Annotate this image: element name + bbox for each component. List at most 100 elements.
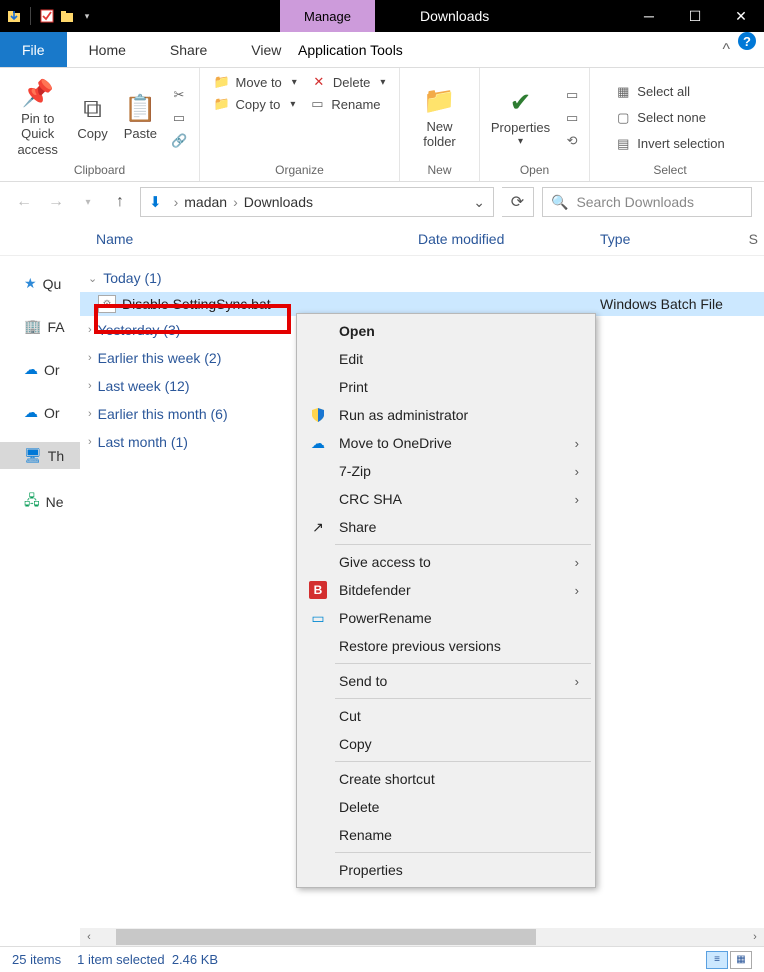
refresh-button[interactable]: ⟳ [502, 187, 534, 217]
chevron-right-icon: › [575, 436, 579, 451]
details-view-button[interactable]: ≡ [706, 951, 728, 969]
ctx-rename[interactable]: Rename [299, 821, 593, 849]
tree-this-pc[interactable]: 🖥Th [0, 442, 80, 469]
status-item-count: 25 items [12, 952, 61, 967]
scroll-thumb[interactable] [116, 929, 536, 945]
invert-selection-button[interactable]: ▤Invert selection [611, 134, 728, 154]
ctx-share[interactable]: ↗Share [299, 513, 593, 541]
clipboard-group-label: Clipboard [74, 163, 125, 179]
ctx-give-access-to[interactable]: Give access to› [299, 548, 593, 576]
qat-dropdown-icon[interactable]: ▾ [79, 8, 95, 24]
home-tab[interactable]: Home [67, 32, 148, 67]
batch-file-icon: ⚙ [98, 295, 116, 313]
file-name: Disable SettingSync.bat [122, 296, 271, 312]
nav-bar: ← → ▾ ↑ ⬇ › madan › Downloads ⌄ ⟳ 🔍 Sear… [0, 182, 764, 222]
help-icon[interactable]: ? [738, 32, 756, 50]
collapse-ribbon-icon[interactable]: ^ [714, 32, 738, 67]
open-icon[interactable]: ▭ [560, 85, 584, 105]
scroll-left-icon[interactable]: ‹ [80, 928, 98, 946]
column-date-modified[interactable]: Date modified [418, 231, 600, 247]
application-tools-tab[interactable]: Application Tools [280, 32, 421, 68]
share-tab[interactable]: Share [148, 32, 229, 67]
breadcrumb-segment[interactable]: madan [184, 194, 227, 210]
breadcrumb-segment[interactable]: Downloads [244, 194, 313, 210]
thumbnails-view-button[interactable]: ▦ [730, 951, 752, 969]
maximize-button[interactable]: ☐ [672, 0, 718, 32]
ctx-create-shortcut[interactable]: Create shortcut [299, 765, 593, 793]
search-input[interactable]: 🔍 Search Downloads [542, 187, 752, 217]
chevron-right-icon: › [575, 674, 579, 689]
navigation-tree[interactable]: ★Qu 🏢FA ☁Or ☁Or 🖥Th 🖧Ne [0, 256, 80, 936]
history-icon[interactable]: ⟲ [560, 131, 584, 151]
address-dropdown-icon[interactable]: ⌄ [473, 194, 485, 211]
ctx-powerrename[interactable]: ▭PowerRename [299, 604, 593, 632]
forward-button[interactable]: → [44, 190, 68, 214]
properties-button[interactable]: ✔Properties▾ [485, 83, 556, 152]
group-today[interactable]: ⌄Today (1) [80, 264, 764, 292]
up-button[interactable]: ↑ [108, 190, 132, 214]
ctx-cut[interactable]: Cut [299, 702, 593, 730]
edit-icon[interactable]: ▭ [560, 108, 584, 128]
pin-to-quick-access-button[interactable]: 📌Pin to Quick access [8, 74, 67, 162]
copy-path-icon[interactable]: ▭ [167, 108, 191, 128]
search-icon: 🔍 [551, 194, 568, 211]
horizontal-scrollbar[interactable]: ‹ › [80, 928, 764, 946]
scroll-right-icon[interactable]: › [746, 928, 764, 946]
status-selection: 1 item selected 2.46 KB [77, 952, 218, 967]
manage-tab[interactable]: Manage [280, 0, 375, 32]
new-folder-button[interactable]: 📁New folder [417, 81, 462, 153]
qat-properties-icon[interactable] [39, 8, 55, 24]
ctx-move-to-onedrive[interactable]: ☁Move to OneDrive› [299, 429, 593, 457]
ctx-properties[interactable]: Properties [299, 856, 593, 884]
title-bar: ▾ Manage Downloads ─ ☐ ✕ [0, 0, 764, 32]
ctx-run-as-administrator[interactable]: Run as administrator [299, 401, 593, 429]
copy-to-button[interactable]: 📁Copy to▾ [210, 94, 300, 114]
ctx-bitdefender[interactable]: BBitdefender› [299, 576, 593, 604]
tab-row: File Home Share View Application Tools ^… [0, 32, 764, 68]
context-menu: Open Edit Print Run as administrator ☁Mo… [296, 313, 596, 888]
minimize-button[interactable]: ─ [626, 0, 672, 32]
app-icon [6, 8, 22, 24]
column-headers[interactable]: Name Date modified Type S [0, 222, 764, 256]
chevron-right-icon: › [575, 464, 579, 479]
back-button[interactable]: ← [12, 190, 36, 214]
copy-button[interactable]: ⧉Copy [71, 89, 113, 146]
address-bar[interactable]: ⬇ › madan › Downloads ⌄ [140, 187, 494, 217]
column-type[interactable]: Type [600, 231, 749, 247]
ctx-print[interactable]: Print [299, 373, 593, 401]
file-tab[interactable]: File [0, 32, 67, 67]
ctx-edit[interactable]: Edit [299, 345, 593, 373]
column-size[interactable]: S [749, 231, 764, 247]
tree-favorites[interactable]: 🏢FA [0, 313, 80, 340]
tree-quick-access[interactable]: ★Qu [0, 270, 80, 297]
ctx-send-to[interactable]: Send to› [299, 667, 593, 695]
tree-onedrive[interactable]: ☁Or [0, 356, 80, 383]
column-name[interactable]: Name [96, 231, 418, 247]
ctx-7zip[interactable]: 7-Zip› [299, 457, 593, 485]
open-group-label: Open [520, 163, 549, 179]
paste-button[interactable]: 📋Paste [118, 89, 163, 146]
ctx-delete[interactable]: Delete [299, 793, 593, 821]
select-all-button[interactable]: ▦Select all [611, 82, 728, 102]
qat-newfolder-icon[interactable] [59, 8, 75, 24]
bitdefender-icon: B [309, 581, 327, 599]
rename-button[interactable]: ▭Rename [305, 94, 384, 114]
select-none-button[interactable]: ▢Select none [611, 108, 728, 128]
paste-shortcut-icon[interactable]: 🔗 [167, 131, 191, 151]
tree-onedrive[interactable]: ☁Or [0, 399, 80, 426]
delete-button[interactable]: ✕Delete▾ [307, 72, 390, 92]
cut-icon[interactable]: ✂ [167, 85, 191, 105]
status-bar: 25 items 1 item selected 2.46 KB ≡ ▦ [0, 946, 764, 972]
onedrive-icon: ☁ [309, 434, 327, 452]
organize-group-label: Organize [275, 163, 324, 179]
recent-dropdown[interactable]: ▾ [76, 190, 100, 214]
ctx-crc-sha[interactable]: CRC SHA› [299, 485, 593, 513]
chevron-right-icon: › [575, 555, 579, 570]
ctx-restore-previous-versions[interactable]: Restore previous versions [299, 632, 593, 660]
ctx-copy[interactable]: Copy [299, 730, 593, 758]
ctx-open[interactable]: Open [299, 317, 593, 345]
move-to-button[interactable]: 📁Move to▾ [210, 72, 301, 92]
shield-icon [309, 406, 327, 424]
tree-network[interactable]: 🖧Ne [0, 485, 80, 519]
close-button[interactable]: ✕ [718, 0, 764, 32]
